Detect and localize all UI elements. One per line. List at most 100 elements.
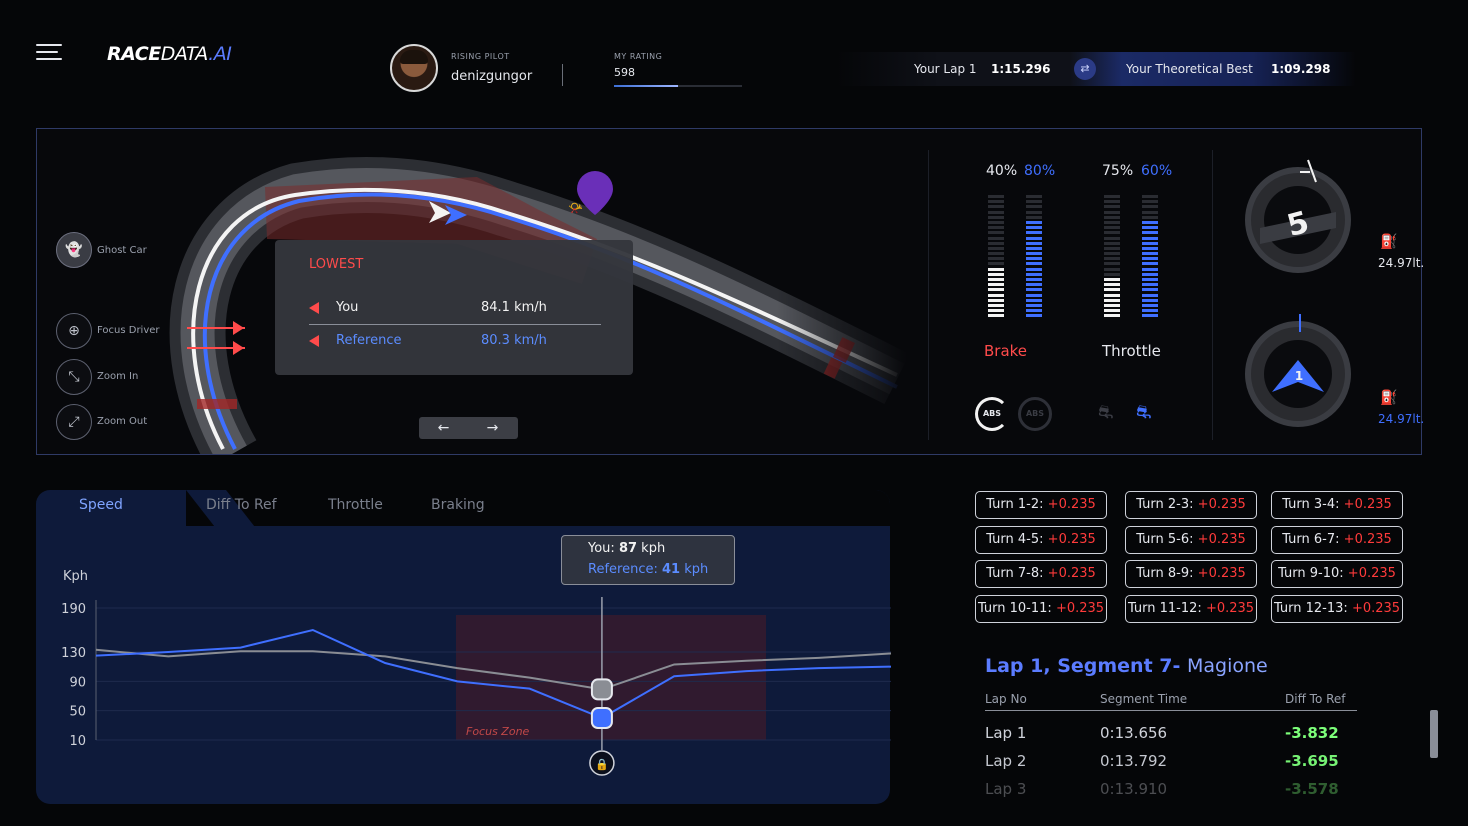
rating-value: 598	[614, 66, 635, 79]
turn-chip-label: Turn 5-6:	[1136, 532, 1194, 547]
turn-chip-label: Turn 9-10:	[1278, 566, 1344, 581]
turn-chip-label: Turn 8-9:	[1136, 566, 1194, 581]
turn-chip[interactable]: Turn 2-3: +0.235	[1125, 491, 1257, 519]
turn-chip-delta: +0.235	[1343, 532, 1392, 547]
brake-you-pct: 40%	[986, 163, 1018, 179]
lowest-speed-tooltip: LOWEST You 84.1 km/h Reference 80.3 km/h	[275, 240, 633, 375]
fuel-you-icon: ⛽	[1380, 234, 1398, 250]
turn-chip-label: Turn 7-8:	[986, 566, 1044, 581]
header-segment-time: Segment Time	[1100, 692, 1188, 706]
tab-throttle[interactable]: Throttle	[328, 497, 383, 513]
y-tick-label: 130	[61, 646, 86, 661]
pilot-name: denizgungor	[451, 69, 533, 84]
lowest-ref-value: 80.3 km/h	[481, 333, 547, 348]
track-nav: ← →	[419, 417, 518, 439]
lowest-you-value: 84.1 km/h	[481, 300, 547, 315]
y-tick-label: 190	[61, 602, 86, 617]
series-marker[interactable]	[590, 707, 613, 729]
speed-chart[interactable]: Focus Zone Kph 190 130 90 50 10 🔒	[36, 560, 896, 790]
rating-progress	[614, 85, 742, 87]
arrow-right-icon[interactable]: →	[468, 417, 517, 439]
arrow-left-icon[interactable]: ←	[419, 417, 468, 439]
gear-ref: 1	[1295, 369, 1303, 383]
tab-speed[interactable]: Speed	[79, 497, 123, 513]
turn-chip[interactable]: Turn 3-4: +0.235	[1271, 491, 1403, 519]
turn-chip[interactable]: Turn 10-11: +0.235	[975, 595, 1107, 623]
turn-chip[interactable]: Turn 4-5: +0.235	[975, 526, 1107, 554]
zoom-out-icon[interactable]: ⤢	[56, 404, 92, 440]
speed-tip-ref-label: Reference:	[588, 562, 658, 577]
throttle-you-pct: 75%	[1102, 163, 1134, 179]
speed-tip-ref-value: 41	[661, 562, 681, 577]
throttle-label: Throttle	[1102, 342, 1161, 360]
turn-chip-delta: +0.235	[1047, 532, 1096, 547]
turn-chip-delta: +0.235	[1343, 497, 1392, 512]
tab-diff-to-ref[interactable]: Diff To Ref	[206, 497, 277, 513]
header-lap-no: Lap No	[985, 692, 1027, 706]
header-divider	[562, 64, 563, 86]
turn-chip[interactable]: Turn 8-9: +0.235	[1125, 560, 1257, 588]
speed-tip-ref: Reference: 41 kph	[588, 562, 708, 577]
focus-driver-icon[interactable]: ⊕	[56, 313, 92, 349]
ghost-car-label: Ghost Car	[97, 245, 147, 256]
ref-marker-icon	[309, 335, 319, 347]
y-tick-label: 50	[69, 705, 86, 720]
focus-driver-label: Focus Driver	[97, 325, 160, 336]
segment-location: Magione	[1187, 655, 1268, 677]
header-diff-to-ref: Diff To Ref	[1285, 692, 1346, 706]
ghost-car-icon[interactable]: 👻	[56, 232, 92, 268]
traction-you-icon: ⛐	[1098, 402, 1114, 423]
avatar[interactable]	[390, 44, 438, 92]
y-tick-label: 90	[69, 675, 86, 690]
menu-icon[interactable]	[36, 44, 62, 62]
turn-chip[interactable]: Turn 11-12: +0.235	[1125, 595, 1257, 623]
steering-you-icon: 5	[1245, 159, 1351, 273]
theoretical-best-time: 1:09.298	[1271, 62, 1331, 76]
row-lap: Lap 2	[985, 752, 1027, 770]
scrollbar-thumb[interactable]	[1430, 710, 1438, 758]
row-lap: Lap 1	[985, 724, 1027, 742]
tab-bar-bg	[186, 490, 890, 526]
turn-chip[interactable]: Turn 1-2: +0.235	[975, 491, 1107, 519]
y-axis-label: Kph	[63, 569, 88, 584]
speed-tooltip: You: 87 kph Reference: 41 kph	[561, 535, 735, 585]
turn-chip[interactable]: Turn 5-6: +0.235	[1125, 526, 1257, 554]
segment-title: Lap 1, Segment 7- Magione	[985, 655, 1268, 677]
turn-chip[interactable]: Turn 9-10: +0.235	[1271, 560, 1403, 588]
compare-icon[interactable]: ⇄	[1074, 58, 1096, 80]
turn-chip-delta: +0.235	[1197, 497, 1246, 512]
turn-chip[interactable]: Turn 6-7: +0.235	[1271, 526, 1403, 554]
logo-bold: RACE	[107, 43, 161, 65]
speed-tip-unit: kph	[684, 562, 709, 577]
zoom-in-icon[interactable]: ⤡	[56, 359, 92, 395]
turn-chip[interactable]: Turn 7-8: +0.235	[975, 560, 1107, 588]
turn-chip-delta: +0.235	[1347, 566, 1396, 581]
steering-ref-icon: 1	[1245, 314, 1351, 427]
lowest-you-label: You	[336, 300, 359, 315]
speed-tip-unit: kph	[641, 541, 666, 556]
your-lap-time: 1:15.296	[991, 62, 1051, 76]
turn-chip-label: Turn 1-2:	[986, 497, 1044, 512]
throttle-ref-gauge	[1142, 195, 1158, 320]
horn-icon[interactable]: 📯	[568, 201, 583, 215]
abs-ref-icon: ABS	[1018, 397, 1052, 431]
turn-chip-label: Turn 11-12:	[1127, 601, 1202, 616]
tab-braking[interactable]: Braking	[431, 497, 485, 513]
turn-chip-label: Turn 10-11:	[977, 601, 1052, 616]
turn-chip-label: Turn 2-3:	[1136, 497, 1194, 512]
rating-caption: MY RATING	[614, 52, 663, 61]
segment-title-text: Lap 1, Segment 7-	[985, 655, 1181, 677]
row-time: 0:13.792	[1100, 752, 1168, 770]
turn-chip-delta: +0.235	[1205, 601, 1255, 616]
turn-chip[interactable]: Turn 12-13: +0.235	[1271, 595, 1403, 623]
row-diff: -3.832	[1285, 724, 1339, 742]
brake-ref-pct: 80%	[1024, 163, 1056, 179]
turn-chip-label: Turn 4-5:	[986, 532, 1044, 547]
lock-glyph: 🔒	[595, 758, 609, 771]
turn-chip-label: Turn 12-13:	[1273, 601, 1348, 616]
theoretical-best-label: Your Theoretical Best	[1126, 62, 1253, 76]
speed-tip-you: You: 87 kph	[588, 541, 665, 556]
series-marker[interactable]	[590, 678, 613, 701]
fuel-ref-icon: ⛽	[1380, 390, 1398, 406]
traction-ref-icon: ⛐	[1136, 402, 1152, 423]
